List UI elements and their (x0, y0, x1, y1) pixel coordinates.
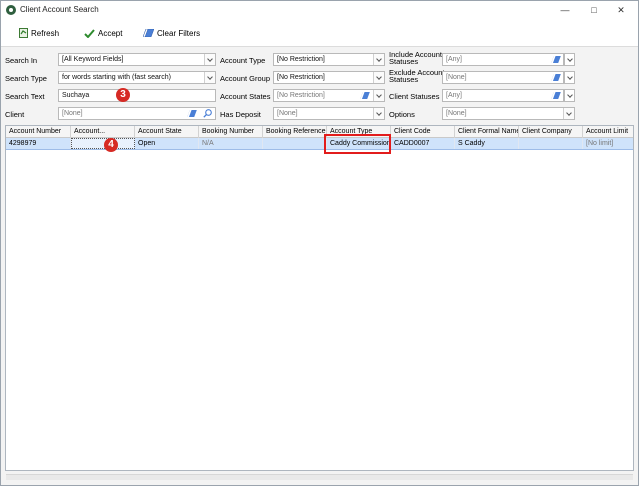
search-in-combo[interactable]: [All Keyword Fields] (58, 53, 216, 66)
account-group-value: [No Restriction] (277, 74, 325, 81)
options-value: [None] (446, 110, 467, 117)
eraser-icon[interactable] (551, 92, 561, 99)
cell-account-number: 4298979 (6, 138, 71, 149)
exclude-account-statuses-label-line2: Statuses (389, 75, 419, 84)
include-account-statuses-combo[interactable]: [Any] (442, 53, 564, 66)
search-text-value: Suchaya (62, 92, 90, 99)
eraser-icon (143, 29, 154, 37)
search-in-label: Search In (5, 56, 38, 65)
cell-booking-reference (263, 138, 327, 149)
chevron-down-icon[interactable] (564, 89, 575, 102)
chevron-down-icon[interactable] (204, 54, 215, 65)
client-account-search-window: Client Account Search — □ ✕ Refresh Acce… (0, 0, 639, 486)
has-deposit-value: [None] (277, 110, 298, 117)
client-label: Client (5, 110, 25, 119)
chevron-down-icon[interactable] (373, 54, 384, 65)
chevron-down-icon[interactable] (373, 72, 384, 83)
chevron-down-icon[interactable] (373, 90, 384, 101)
include-account-statuses-value: [Any] (446, 56, 462, 63)
account-type-combo[interactable]: [No Restriction] (273, 53, 385, 66)
column-header-account-number[interactable]: Account Number (6, 126, 71, 138)
search-text-label: Search Text (5, 92, 45, 101)
grid-header: Account Number Account... Account State … (6, 126, 633, 138)
cell-client-formal-name: S Caddy (455, 138, 519, 149)
exclude-account-statuses-combo[interactable]: [None] (442, 71, 564, 84)
cell-client-code: CADD0007 (391, 138, 455, 149)
search-type-value: for words starting with (fast search) (62, 74, 171, 81)
search-text-input[interactable]: Suchaya (58, 89, 216, 102)
cell-account-state: Open (135, 138, 199, 149)
eraser-icon[interactable] (187, 110, 197, 117)
refresh-button[interactable]: Refresh (19, 27, 59, 39)
include-account-statuses-label: Include Account Statuses (389, 51, 442, 66)
account-group-label: Account Group (220, 74, 271, 83)
column-header-account-state[interactable]: Account State (135, 126, 199, 138)
has-deposit-label: Has Deposit (220, 110, 261, 119)
app-icon (6, 5, 16, 15)
account-type-value: [No Restriction] (277, 56, 325, 63)
account-group-combo[interactable]: [No Restriction] (273, 71, 385, 84)
minimize-button[interactable]: — (552, 2, 578, 18)
client-value: [None] (62, 110, 83, 117)
column-header-booking-number[interactable]: Booking Number (199, 126, 263, 138)
toolbar: Refresh Accept Clear Filters (1, 19, 638, 47)
refresh-icon (19, 28, 28, 38)
results-grid[interactable]: Account Number Account... Account State … (5, 125, 634, 471)
window-title: Client Account Search (20, 5, 99, 14)
checkmark-icon (84, 28, 95, 38)
column-header-account[interactable]: Account... (71, 126, 135, 138)
cell-account[interactable] (71, 138, 135, 149)
column-header-client-company[interactable]: Client Company (519, 126, 583, 138)
clear-filters-button[interactable]: Clear Filters (143, 27, 200, 39)
chevron-down-icon[interactable] (564, 53, 575, 66)
table-row[interactable]: 4298979 Open N/A Caddy Commission CADD00… (6, 138, 633, 150)
column-header-booking-reference[interactable]: Booking Reference (263, 126, 327, 138)
chevron-down-icon[interactable] (563, 108, 574, 119)
account-states-combo[interactable]: [No Restriction] (273, 89, 385, 102)
account-states-value: [No Restriction] (277, 92, 325, 99)
column-header-client-formal-name[interactable]: Client Formal Name (455, 126, 519, 138)
account-type-label: Account Type (220, 56, 266, 65)
maximize-button[interactable]: □ (581, 2, 607, 18)
accept-button[interactable]: Accept (84, 27, 122, 39)
client-statuses-label: Client Statuses (389, 92, 440, 101)
close-button[interactable]: ✕ (608, 2, 634, 18)
chevron-down-icon[interactable] (204, 72, 215, 83)
search-icon[interactable] (203, 109, 212, 118)
search-in-value: [All Keyword Fields] (62, 56, 124, 63)
search-type-label: Search Type (5, 74, 47, 83)
client-statuses-value: [Any] (446, 92, 462, 99)
eraser-icon[interactable] (360, 92, 370, 99)
account-type-highlight-box (324, 134, 391, 154)
exclude-account-statuses-label: Exclude Account Statuses (389, 69, 444, 84)
cell-account-limit: [No limit] (583, 138, 633, 149)
cell-client-company (519, 138, 583, 149)
accept-label: Accept (98, 28, 123, 38)
exclude-account-statuses-value: [None] (446, 74, 467, 81)
options-label: Options (389, 110, 415, 119)
client-field[interactable]: [None] (58, 107, 216, 120)
refresh-label: Refresh (31, 28, 60, 38)
title-bar: Client Account Search — □ ✕ (1, 1, 638, 19)
has-deposit-combo[interactable]: [None] (273, 107, 385, 120)
options-combo[interactable]: [None] (442, 107, 575, 120)
client-statuses-combo[interactable]: [Any] (442, 89, 564, 102)
search-type-combo[interactable]: for words starting with (fast search) (58, 71, 216, 84)
column-header-client-code[interactable]: Client Code (391, 126, 455, 138)
column-header-account-limit[interactable]: Account Limit (583, 126, 633, 138)
account-states-label: Account States (220, 92, 271, 101)
horizontal-scrollbar[interactable] (6, 474, 633, 480)
include-account-statuses-label-line2: Statuses (389, 57, 419, 66)
eraser-icon[interactable] (551, 74, 561, 81)
cell-booking-number: N/A (199, 138, 263, 149)
chevron-down-icon[interactable] (564, 71, 575, 84)
eraser-icon[interactable] (551, 56, 561, 63)
chevron-down-icon[interactable] (373, 108, 384, 119)
step-marker-4: 4 (104, 138, 118, 152)
step-marker-3: 3 (116, 88, 130, 102)
clear-filters-label: Clear Filters (157, 28, 201, 38)
